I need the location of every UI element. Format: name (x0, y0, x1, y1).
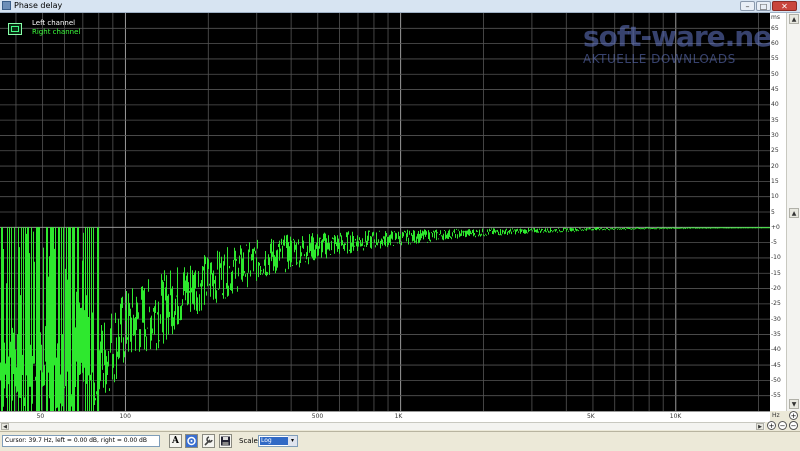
y-axis: 65 60 55 50 45 40 35 30 25 20 15 10 5 +0 -5 -10 -15 -20 -2… (770, 13, 786, 411)
y-tick-label: 15 (771, 177, 779, 185)
cursor-readout: Cursor: 39.7 Hz, left = 0.00 dB, right =… (2, 435, 160, 447)
y-tick-label: 30 (771, 131, 779, 139)
window-title: Phase delay (14, 1, 63, 10)
y-axis-unit: ms (771, 14, 780, 21)
y-tick-label: 20 (771, 162, 779, 170)
x-axis-unit: Hz (772, 412, 780, 419)
maximize-button[interactable]: □ (756, 1, 771, 11)
x-tick-label: 10K (669, 413, 682, 420)
font-button[interactable]: A (169, 434, 182, 448)
y-tick-label: 40 (771, 101, 779, 109)
y-tick-label: -15 (771, 269, 781, 277)
scale-select[interactable]: Log ▾ (258, 435, 298, 447)
status-toolbar: Cursor: 39.7 Hz, left = 0.00 dB, right =… (0, 431, 800, 450)
scale-label: Scale (239, 437, 258, 445)
scroll-up-button-lower[interactable]: ▲ (789, 208, 799, 218)
x-tick-label: 100 (119, 413, 131, 420)
legend-left-channel: Left channel (32, 19, 76, 27)
y-tick-label: 35 (771, 116, 779, 124)
scroll-down-button[interactable]: ▼ (789, 399, 799, 409)
y-tick-label: 45 (771, 86, 779, 94)
y-tick-label: -25 (771, 300, 781, 308)
settings-icon[interactable] (185, 434, 198, 448)
chevron-down-icon[interactable]: ▾ (288, 436, 297, 446)
x-axis: 50 100 500 1K 5K 10K (0, 411, 770, 422)
horizontal-zoom-group: + − − (767, 421, 800, 431)
y-tick-label: 60 (771, 40, 779, 48)
scroll-left-button[interactable]: ◀ (1, 423, 9, 430)
y-tick-label: 50 (771, 70, 779, 78)
y-tick-label: -35 (771, 330, 781, 338)
y-tick-label: 55 (771, 55, 779, 63)
horizontal-scrollbar[interactable]: ◀ ▶ (0, 422, 765, 430)
vertical-zoom-in-icon[interactable]: + (789, 411, 798, 420)
y-tick-label: -10 (771, 254, 781, 262)
y-tick-label: -55 (771, 392, 781, 400)
y-tick-label: -45 (771, 361, 781, 369)
chart-canvas (0, 13, 770, 411)
horizontal-zoom-out-icon[interactable]: − (778, 421, 787, 430)
title-bar: Phase delay – □ ✕ (0, 0, 800, 13)
y-tick-label: +0 (771, 223, 780, 231)
minimize-button[interactable]: – (740, 1, 755, 11)
legend-right-channel: Right channel (32, 28, 81, 36)
scroll-up-button[interactable]: ▲ (789, 14, 799, 24)
zoom-reset-icon[interactable]: − (789, 421, 798, 430)
y-tick-label: 10 (771, 193, 779, 201)
watermark-logo: soft-ware.net (583, 20, 785, 53)
y-tick-label: -50 (771, 376, 781, 384)
y-tick-label: 5 (771, 208, 775, 216)
close-button[interactable]: ✕ (772, 1, 797, 11)
legend-toggle-icon[interactable] (8, 23, 22, 35)
horizontal-zoom-in-icon[interactable]: + (767, 421, 776, 430)
x-tick-label: 1K (394, 413, 403, 420)
y-tick-label: -20 (771, 285, 781, 293)
y-tick-label: -30 (771, 315, 781, 323)
vertical-scrollbar[interactable]: ▲ ▲ ▼ (786, 13, 800, 411)
wrench-icon[interactable] (202, 434, 215, 448)
scroll-right-button[interactable]: ▶ (756, 423, 764, 430)
x-tick-label: 500 (311, 413, 324, 420)
save-icon[interactable] (219, 434, 232, 448)
x-tick-label: 5K (586, 413, 595, 420)
y-tick-label: -5 (771, 239, 777, 247)
watermark-tagline: AKTUELLE DOWNLOADS (583, 52, 736, 66)
app-icon (2, 1, 11, 10)
y-tick-label: 65 (771, 24, 779, 32)
phase-delay-plot[interactable] (0, 13, 770, 411)
y-tick-label: -40 (771, 346, 781, 354)
x-tick-label: 50 (36, 413, 45, 420)
y-tick-label: 25 (771, 147, 779, 155)
scale-selected-value: Log (260, 437, 289, 445)
